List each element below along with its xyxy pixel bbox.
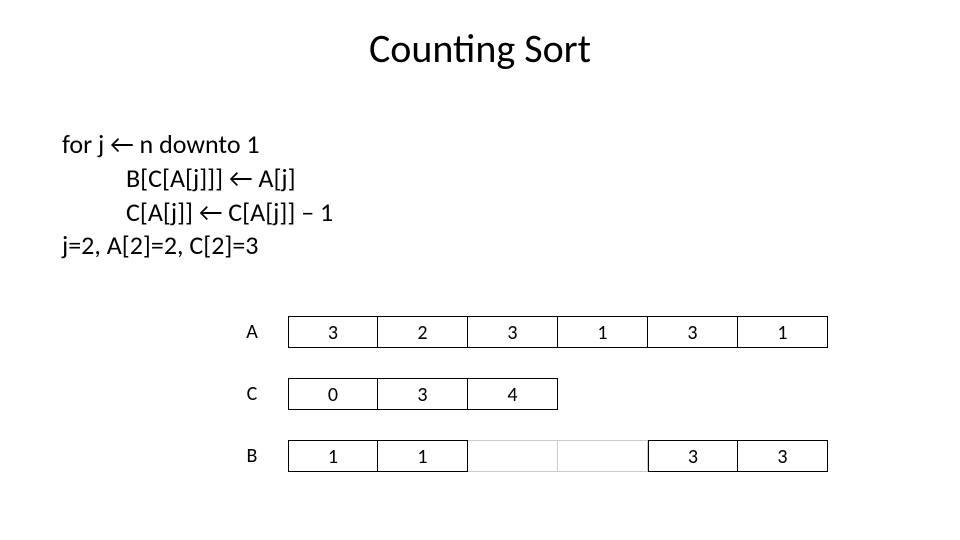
array-b-cell: 3 xyxy=(648,440,738,472)
array-b-cell-empty xyxy=(558,440,648,472)
slide-title: Counting Sort xyxy=(0,24,960,73)
array-c-label: C xyxy=(216,382,288,406)
code-line-4: j=2, A[2]=2, C[2]=3 xyxy=(62,229,333,263)
array-b-cell: 1 xyxy=(288,440,378,472)
array-c-row: C 0 3 4 xyxy=(216,378,828,410)
array-a-row: A 3 2 3 1 3 1 xyxy=(216,316,828,348)
array-a-cell: 2 xyxy=(378,316,468,348)
array-a-cell: 3 xyxy=(648,316,738,348)
arrays-area: A 3 2 3 1 3 1 C 0 3 4 B 1 1 3 3 xyxy=(216,316,828,502)
array-a-label: A xyxy=(216,320,288,344)
array-c-cell: 3 xyxy=(378,378,468,410)
array-b-cell: 3 xyxy=(738,440,828,472)
array-b-row: B 1 1 3 3 xyxy=(216,440,828,472)
code-line-2: B[C[A[j]]] ← A[j] xyxy=(62,162,333,196)
array-c-cell: 0 xyxy=(288,378,378,410)
code-line-1: for j ← n downto 1 xyxy=(62,128,333,162)
slide: Counting Sort for j ← n downto 1 B[C[A[j… xyxy=(0,0,960,540)
array-c-cell: 4 xyxy=(468,378,558,410)
array-a-cell: 1 xyxy=(738,316,828,348)
array-b-label: B xyxy=(216,444,288,468)
array-b-cell-empty xyxy=(468,440,558,472)
array-a-cell: 3 xyxy=(288,316,378,348)
array-a-cell: 3 xyxy=(468,316,558,348)
code-line-3: C[A[j]] ← C[A[j]] – 1 xyxy=(62,196,333,230)
array-b-cell: 1 xyxy=(378,440,468,472)
pseudocode-block: for j ← n downto 1 B[C[A[j]]] ← A[j] C[A… xyxy=(62,128,333,263)
array-a-cell: 1 xyxy=(558,316,648,348)
